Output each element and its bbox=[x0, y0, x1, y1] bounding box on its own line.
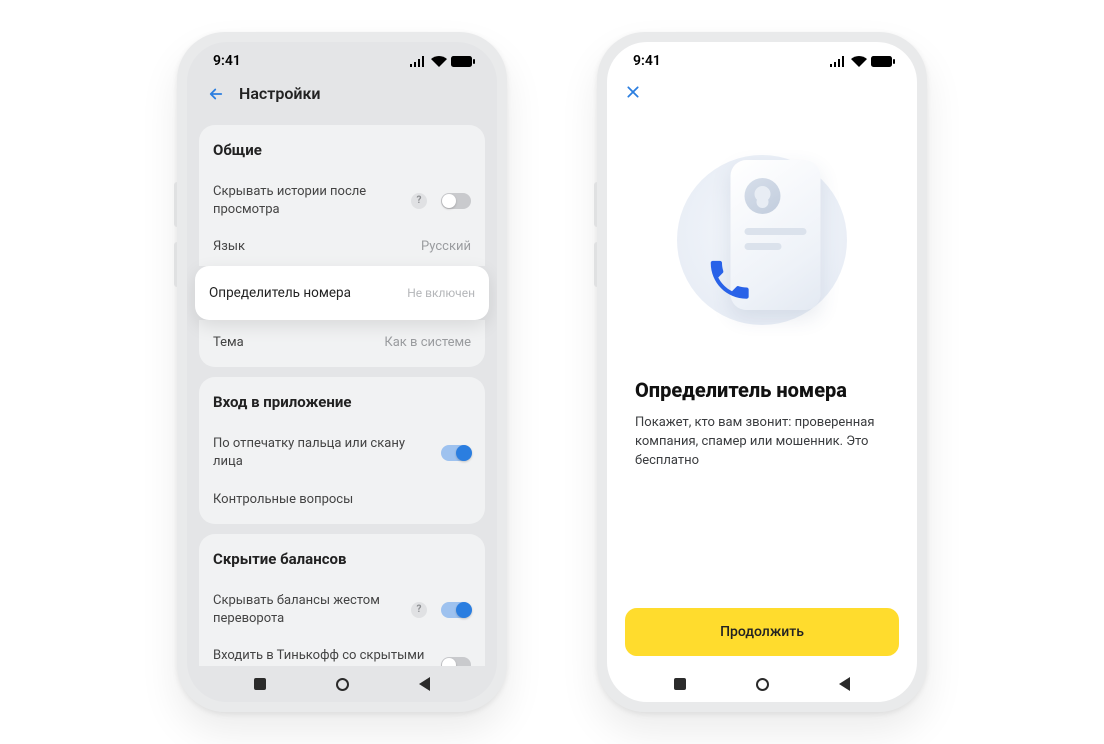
row-theme[interactable]: Тема Как в системе bbox=[213, 324, 471, 362]
row-label: Определитель номера bbox=[209, 284, 407, 302]
promo-text: Покажет, кто вам звонит: проверенная ком… bbox=[635, 414, 889, 471]
promo-illustration bbox=[607, 110, 917, 370]
row-value: Не включен bbox=[407, 286, 475, 300]
row-biometric[interactable]: По отпечатку пальца или скану лица bbox=[213, 425, 471, 480]
row-questions[interactable]: Контрольные вопросы bbox=[213, 481, 471, 519]
section-general: Общие Скрывать истории после просмотра ?… bbox=[199, 125, 485, 266]
screen-settings: 9:41 Настройки Общие Скрывать истории по… bbox=[187, 42, 497, 702]
phone-handset-icon bbox=[705, 255, 755, 305]
arrow-left-icon bbox=[207, 85, 225, 103]
battery-icon bbox=[871, 56, 895, 67]
row-caller-id[interactable]: Определитель номера Не включен bbox=[195, 266, 489, 320]
android-navbar bbox=[187, 666, 497, 702]
row-label: По отпечатку пальца или скану лица bbox=[213, 435, 433, 470]
signal-icon bbox=[410, 56, 427, 67]
wifi-icon bbox=[431, 56, 447, 67]
section-title-general: Общие bbox=[213, 141, 471, 159]
row-hide-stories[interactable]: Скрывать истории после просмотра ? bbox=[213, 173, 471, 228]
toggle-balance-gesture[interactable] bbox=[441, 602, 471, 618]
toggle-hidden-login[interactable] bbox=[441, 657, 471, 666]
continue-button[interactable]: Продолжить bbox=[625, 608, 899, 656]
row-hidden-login[interactable]: Входить в Тинькофф со скрытыми балансами bbox=[213, 637, 471, 666]
header: Настройки bbox=[187, 80, 497, 115]
continue-button-label: Продолжить bbox=[720, 624, 804, 640]
nav-back-icon[interactable] bbox=[839, 677, 850, 691]
toggle-biometric[interactable] bbox=[441, 445, 471, 461]
nav-recent-icon[interactable] bbox=[254, 678, 266, 690]
section-title-login: Вход в приложение bbox=[213, 393, 471, 411]
status-icons bbox=[410, 56, 475, 67]
screen-caller-id: 9:41 Определитель номера Пока bbox=[607, 42, 917, 702]
row-language[interactable]: Язык Русский bbox=[213, 228, 471, 266]
avatar-icon bbox=[745, 178, 781, 214]
section-login: Вход в приложение По отпечатку пальца ил… bbox=[199, 377, 485, 524]
nav-home-icon[interactable] bbox=[756, 678, 769, 691]
status-bar: 9:41 bbox=[607, 42, 917, 80]
row-value: Русский bbox=[421, 239, 471, 254]
nav-back-icon[interactable] bbox=[419, 677, 430, 691]
phone-caller-id: 9:41 Определитель номера Пока bbox=[597, 32, 927, 712]
status-icons bbox=[830, 56, 895, 67]
phone-settings: 9:41 Настройки Общие Скрывать истории по… bbox=[177, 32, 507, 712]
section-title-balance: Скрытие балансов bbox=[213, 550, 471, 568]
help-icon[interactable]: ? bbox=[411, 193, 427, 209]
nav-recent-icon[interactable] bbox=[674, 678, 686, 690]
promo-body: Определитель номера Покажет, кто вам зво… bbox=[607, 370, 917, 608]
wifi-icon bbox=[851, 56, 867, 67]
toggle-hide-stories[interactable] bbox=[441, 193, 471, 209]
section-general-cont: Тема Как в системе bbox=[199, 320, 485, 368]
close-icon bbox=[625, 84, 641, 100]
row-hide-balance-gesture[interactable]: Скрывать балансы жестом переворота ? bbox=[213, 582, 471, 637]
settings-content: Общие Скрывать истории после просмотра ?… bbox=[187, 115, 497, 666]
row-label: Язык bbox=[213, 238, 413, 256]
page-title: Настройки bbox=[239, 84, 321, 103]
row-value: Как в системе bbox=[384, 335, 471, 350]
row-label: Тема bbox=[213, 334, 376, 352]
help-icon[interactable]: ? bbox=[411, 602, 427, 618]
status-time: 9:41 bbox=[213, 53, 241, 69]
status-time: 9:41 bbox=[633, 53, 661, 69]
signal-icon bbox=[830, 56, 847, 67]
back-button[interactable] bbox=[207, 85, 225, 103]
battery-icon bbox=[451, 56, 475, 67]
status-bar: 9:41 bbox=[187, 42, 497, 80]
close-button[interactable] bbox=[607, 80, 917, 110]
android-navbar bbox=[607, 666, 917, 702]
row-label: Скрывать балансы жестом переворота bbox=[213, 592, 403, 627]
row-label: Входить в Тинькофф со скрытыми балансами bbox=[213, 647, 433, 666]
row-label: Контрольные вопросы bbox=[213, 491, 471, 509]
row-label: Скрывать истории после просмотра bbox=[213, 183, 403, 218]
promo-title: Определитель номера bbox=[635, 378, 889, 402]
section-balance: Скрытие балансов Скрывать балансы жестом… bbox=[199, 534, 485, 666]
nav-home-icon[interactable] bbox=[336, 678, 349, 691]
